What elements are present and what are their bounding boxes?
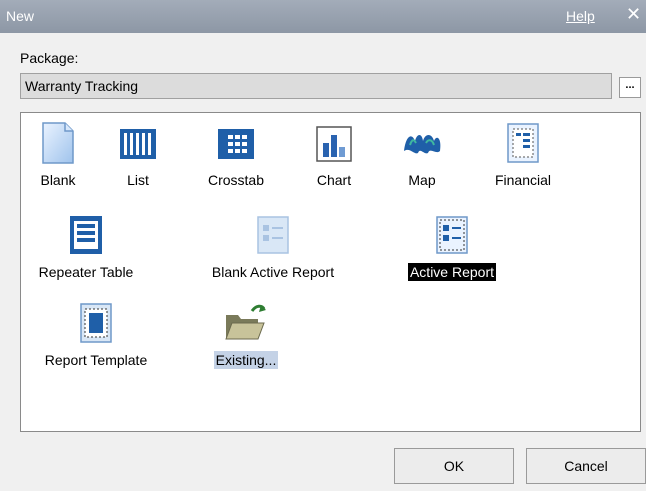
blank-active-report-icon [257,216,289,254]
open-folder-icon [225,304,266,340]
gallery-item-label: Map [408,172,436,188]
gallery-item-label: Chart [316,172,352,188]
gallery-item-chart[interactable]: Chart [309,121,359,189]
gallery-item-financial[interactable]: Financial [483,121,563,189]
gallery-item-label: Repeater Table [38,264,134,280]
gallery-item-blank-active-report[interactable]: Blank Active Report [193,213,353,281]
ok-button[interactable]: OK [394,448,514,484]
chart-icon [316,126,352,162]
package-field[interactable]: Warranty Tracking [20,73,612,99]
map-icon [404,135,441,154]
gallery-item-report-template[interactable]: Report Template [31,301,161,369]
gallery-item-label: Active Report [407,263,497,281]
gallery-item-label: Blank Active Report [211,264,335,280]
gallery-item-label: Crosstab [207,172,265,188]
title-bar: New Help ✕ [0,0,646,33]
browse-package-button[interactable]: ... [619,77,641,98]
cancel-button[interactable]: Cancel [526,448,646,484]
gallery-item-label: List [127,172,149,188]
crosstab-icon [218,129,254,159]
gallery-item-crosstab[interactable]: Crosstab [201,121,271,189]
close-icon[interactable]: ✕ [626,4,641,25]
window-title: New [6,8,35,24]
gallery-item-active-report[interactable]: Active Report [387,213,517,281]
gallery-item-list[interactable]: List [113,121,163,189]
package-label: Package: [20,50,79,66]
gallery-item-label: Financial [494,172,552,188]
report-template-icon [80,303,112,343]
gallery-item-label: Report Template [44,352,148,368]
gallery-item-map[interactable]: Map [397,121,447,189]
financial-icon [507,123,539,163]
blank-page-icon [42,122,74,164]
repeater-table-icon [70,216,102,254]
list-icon [120,129,156,159]
gallery-item-label: Blank [40,172,76,188]
gallery-item-existing[interactable]: Existing... [201,301,291,369]
gallery-item-blank[interactable]: Blank [33,121,83,189]
template-gallery: Blank List Crosstab Chart Map Financial … [20,112,641,432]
gallery-item-repeater-table[interactable]: Repeater Table [31,213,141,281]
active-report-icon [436,216,468,254]
help-link[interactable]: Help [566,8,595,24]
gallery-item-label: Existing... [213,351,279,369]
